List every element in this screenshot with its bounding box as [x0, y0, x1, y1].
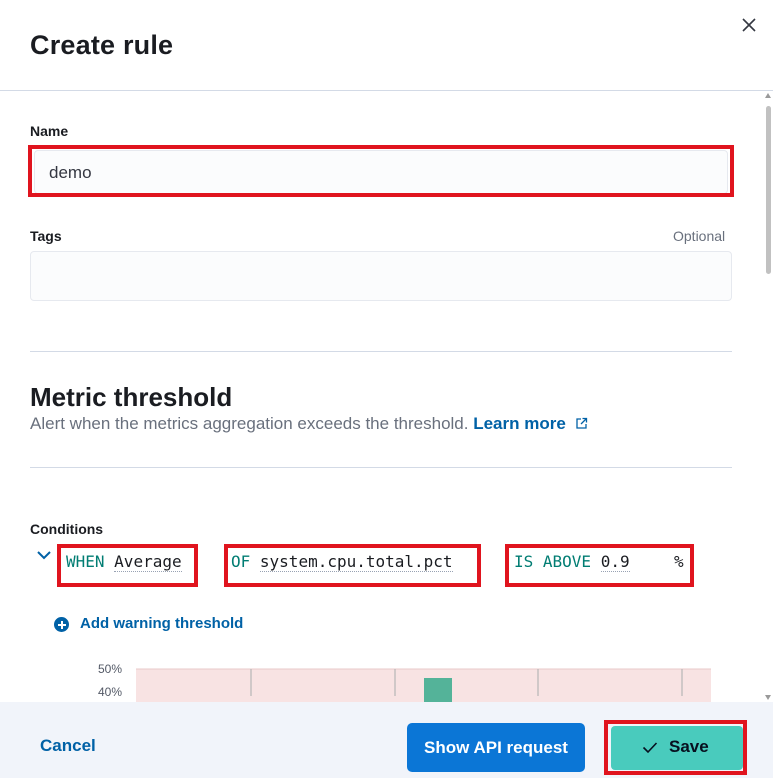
create-rule-flyout: Create rule Name Tags Optional Metric th…	[0, 0, 773, 778]
description-text: Alert when the metrics aggregation excee…	[30, 414, 469, 433]
y-tick-label: 50%	[98, 662, 123, 676]
y-tick-label: 40%	[98, 685, 123, 699]
scroll-thumb[interactable]	[766, 106, 771, 274]
scroll-down-icon[interactable]	[765, 695, 771, 700]
learn-more-link[interactable]: Learn more	[473, 414, 587, 433]
cancel-button[interactable]: Cancel	[40, 736, 96, 756]
tags-input[interactable]	[45, 252, 717, 300]
flyout-title: Create rule	[30, 30, 174, 60]
threshold-chart	[136, 668, 711, 702]
add-warning-threshold-button[interactable]: Add warning threshold	[54, 615, 243, 632]
when-highlight	[57, 544, 198, 587]
external-link-icon	[575, 417, 587, 429]
section-divider	[30, 351, 732, 352]
save-highlight	[604, 720, 747, 775]
threshold-highlight	[505, 544, 694, 587]
tags-label: Tags	[30, 228, 62, 244]
name-highlight	[28, 145, 734, 197]
tags-optional-label: Optional	[673, 228, 726, 244]
scroll-up-icon[interactable]	[765, 93, 771, 98]
flyout-scrollbar[interactable]	[764, 92, 773, 702]
close-icon[interactable]	[738, 14, 760, 36]
threshold-band	[136, 669, 711, 702]
learn-more-label: Learn more	[473, 414, 566, 433]
chart-bar	[424, 678, 452, 702]
add-warning-label: Add warning threshold	[80, 615, 244, 632]
of-highlight	[224, 544, 481, 587]
name-label: Name	[30, 123, 69, 139]
section-divider	[30, 467, 732, 468]
plus-circle-icon	[54, 617, 69, 632]
show-api-request-button[interactable]: Show API request	[407, 723, 585, 772]
conditions-label: Conditions	[30, 521, 104, 537]
flyout-header: Create rule	[0, 0, 773, 91]
chevron-down-icon[interactable]	[36, 549, 52, 561]
metric-threshold-title: Metric threshold	[30, 382, 233, 412]
tags-field[interactable]	[30, 251, 732, 301]
metric-threshold-description: Alert when the metrics aggregation excee…	[30, 414, 588, 434]
